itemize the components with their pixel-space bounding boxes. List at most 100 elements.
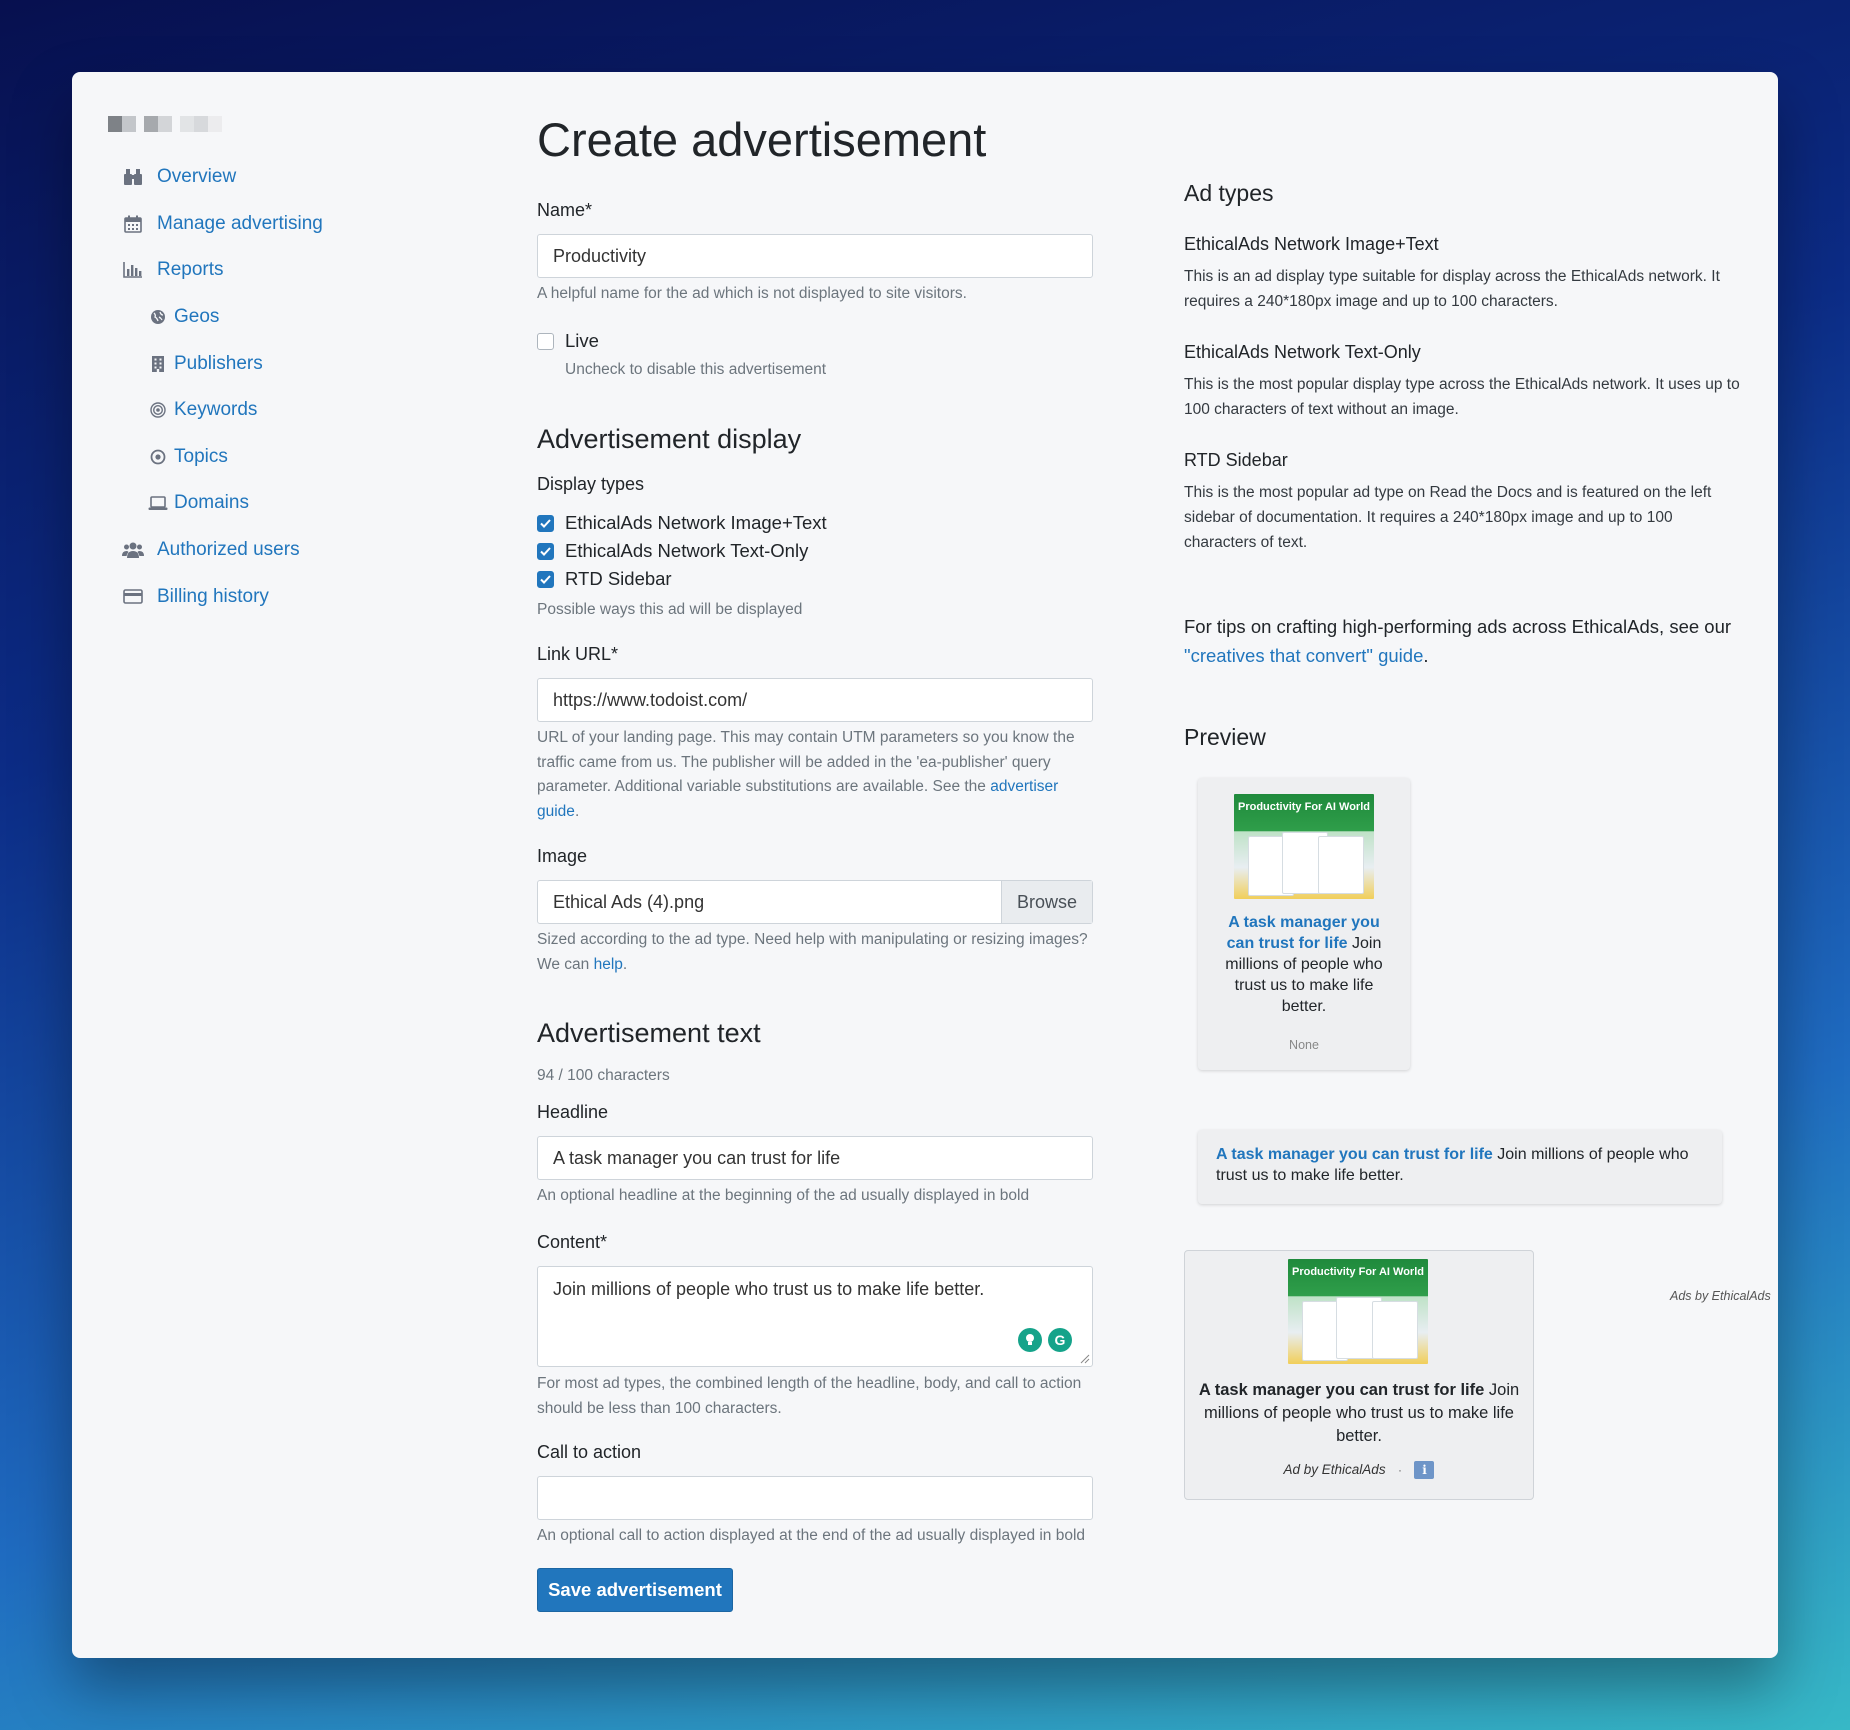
globe-icon [148, 306, 168, 328]
sidebar-item-overview[interactable]: Overview [120, 154, 460, 201]
sidebar-item-label: Billing history [157, 585, 269, 607]
image-help-end: . [622, 955, 628, 973]
sidebar-item-geos[interactable]: Geos [120, 294, 460, 341]
image-file-input[interactable]: Ethical Ads (4).png Browse [537, 880, 1093, 924]
sidebar-item-label: Publishers [174, 352, 263, 374]
headline-input[interactable]: A task manager you can trust for life [537, 1136, 1093, 1180]
checkbox-checked-icon[interactable] [537, 542, 554, 560]
image-file-name: Ethical Ads (4).png [553, 892, 705, 912]
name-input[interactable]: Productivity [537, 234, 1093, 278]
display-type-rtd-sidebar[interactable]: RTD Sidebar [537, 568, 672, 590]
ad-image-thumbnail: Productivity For AI World [1288, 1259, 1428, 1364]
sidebar-item-label: Keywords [174, 399, 258, 421]
tips-text-pre: For tips on crafting high-performing ads… [1184, 616, 1732, 637]
sidebar-item-keywords[interactable]: Keywords [120, 387, 460, 434]
preview-headline[interactable]: A task manager you can trust for life [1199, 1381, 1484, 1399]
ad-type-name: RTD Sidebar [1184, 450, 1288, 470]
resize-handle-icon[interactable] [1080, 1354, 1090, 1364]
ad-image-thumbnail: Productivity For AI World [1234, 794, 1374, 899]
sidebar-item-authorized-users[interactable]: Authorized users [120, 527, 460, 574]
ad-type-desc: This is the most popular display type ac… [1184, 376, 1740, 418]
creatives-guide-link[interactable]: "creatives that convert" guide [1184, 645, 1423, 666]
link-url-help: URL of your landing page. This may conta… [537, 726, 1097, 824]
content-textarea[interactable]: Join millions of people who trust us to … [537, 1266, 1093, 1367]
bar-chart-icon [120, 259, 146, 281]
sidebar-item-domains[interactable]: Domains [120, 480, 460, 527]
live-checkbox-row[interactable]: Live [537, 330, 599, 352]
name-help: A helpful name for the ad which is not d… [537, 285, 967, 302]
link-url-label: Link URL* [537, 644, 619, 664]
live-checkbox[interactable] [537, 332, 554, 350]
target-icon [148, 399, 168, 421]
preview-heading: Preview [1184, 724, 1266, 750]
live-label: Live [565, 330, 599, 351]
link-url-input[interactable]: https://www.todoist.com/ [537, 678, 1093, 722]
app-window: Overview Manage advertising Reports Geos… [72, 72, 1778, 1658]
text-section-heading: Advertisement text [537, 1018, 761, 1048]
info-icon[interactable]: i [1414, 1461, 1435, 1479]
ad-type-name: EthicalAds Network Text-Only [1184, 342, 1421, 362]
display-type-label: RTD Sidebar [565, 568, 672, 589]
sidebar-item-label: Reports [157, 259, 224, 281]
ad-type-desc: This is an ad display type suitable for … [1184, 268, 1720, 310]
char-count: 94 / 100 characters [537, 1067, 670, 1084]
sidebar-item-billing-history[interactable]: Billing history [120, 573, 460, 620]
ad-type-desc: This is the most popular ad type on Read… [1184, 484, 1712, 551]
display-type-text-only[interactable]: EthicalAds Network Text-Only [537, 540, 808, 562]
image-label: Image [537, 846, 588, 866]
tips-text: For tips on crafting high-performing ads… [1184, 612, 1744, 670]
sidebar-item-topics[interactable]: Topics [120, 434, 460, 481]
browse-button[interactable]: Browse [1001, 881, 1092, 923]
cta-input[interactable] [537, 1476, 1093, 1520]
sidebar-item-label: Authorized users [157, 539, 300, 561]
ads-by-label[interactable]: Ads by EthicalAds [1670, 1289, 1771, 1303]
lightbulb-icon[interactable] [1018, 1328, 1042, 1352]
headline-help: An optional headline at the beginning of… [537, 1187, 1030, 1204]
display-type-label: EthicalAds Network Image+Text [565, 512, 827, 533]
display-type-label: EthicalAds Network Text-Only [565, 540, 809, 561]
sidebar-item-publishers[interactable]: Publishers [120, 340, 460, 387]
preview-text-only-card: A task manager you can trust for life Jo… [1198, 1130, 1722, 1204]
display-section-heading: Advertisement display [537, 424, 802, 454]
ad-type-name: EthicalAds Network Image+Text [1184, 234, 1439, 254]
preview-image-text-card: Productivity For AI World A task manager… [1198, 778, 1410, 1070]
sidebar-item-reports[interactable]: Reports [120, 247, 460, 294]
ad-image-caption: Productivity For AI World [1237, 801, 1370, 813]
sidebar-item-label: Topics [174, 445, 228, 467]
live-help: Uncheck to disable this advertisement [565, 361, 827, 378]
sidebar-item-manage-advertising[interactable]: Manage advertising [120, 201, 460, 248]
footer-separator: · [1398, 1463, 1403, 1478]
display-type-image-text[interactable]: EthicalAds Network Image+Text [537, 512, 827, 534]
name-label: Name* [537, 200, 593, 220]
ad-image-caption: Productivity For AI World [1291, 1266, 1424, 1278]
grammarly-widget[interactable]: G [1018, 1328, 1072, 1352]
sidebar-item-label: Domains [174, 492, 249, 514]
link-url-help-end: . [574, 802, 580, 820]
image-help-link[interactable]: help [594, 956, 623, 973]
calendar-icon [120, 213, 146, 235]
ad-types-heading: Ad types [1184, 180, 1274, 206]
preview-rtd-sidebar-card: Productivity For AI World A task manager… [1184, 1250, 1534, 1500]
cta-label: Call to action [537, 1442, 642, 1462]
preview-text: A task manager you can trust for life Jo… [1218, 912, 1390, 1017]
display-types-help: Possible ways this ad will be displayed [537, 601, 803, 618]
grammarly-icon[interactable]: G [1048, 1328, 1072, 1352]
checkbox-checked-icon[interactable] [537, 570, 554, 588]
preview-cta-none: None [1289, 1038, 1319, 1052]
headline-label: Headline [537, 1102, 609, 1122]
users-icon [120, 539, 146, 561]
image-help: Sized according to the ad type. Need hel… [537, 928, 1097, 977]
binoculars-icon [120, 166, 146, 188]
building-icon [148, 353, 168, 375]
cta-help: An optional call to action displayed at … [537, 1527, 1086, 1544]
ad-by-label[interactable]: Ad by EthicalAds [1284, 1462, 1386, 1477]
dot-circle-icon [148, 446, 168, 468]
credit-card-icon [120, 586, 146, 608]
sidebar-nav: Overview Manage advertising Reports Geos… [120, 154, 460, 620]
checkbox-checked-icon[interactable] [537, 514, 554, 532]
preview-headline[interactable]: A task manager you can trust for life [1216, 1146, 1493, 1163]
preview-text: A task manager you can trust for life Jo… [1193, 1379, 1525, 1448]
display-types-label: Display types [537, 474, 645, 494]
save-advertisement-button[interactable]: Save advertisement [537, 1568, 733, 1612]
page-title: Create advertisement [537, 113, 987, 166]
